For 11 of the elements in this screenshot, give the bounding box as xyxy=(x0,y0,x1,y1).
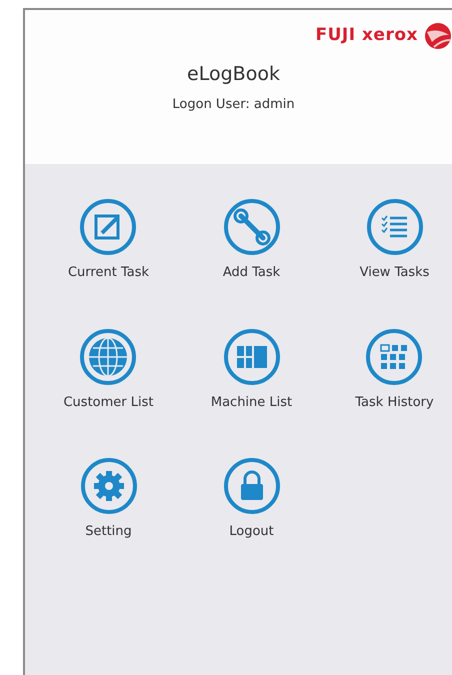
menu-tile[interactable]: Task History xyxy=(355,328,434,412)
logon-user-text: Logon User: admin xyxy=(171,96,296,114)
menu-tile[interactable]: Customer List xyxy=(63,328,154,412)
brand-logo-text: FUJI xerox xyxy=(315,24,418,48)
menu-tile[interactable]: Logout xyxy=(222,457,280,542)
menu-tile[interactable]: Current Task xyxy=(68,198,149,282)
menu-tile[interactable]: View Tasks xyxy=(360,198,430,282)
menu-tile[interactable]: Add Task xyxy=(222,198,280,282)
menu-tile[interactable]: Machine List xyxy=(210,328,292,412)
menu-tile[interactable]: Setting xyxy=(80,457,138,542)
app-title: eLogBook xyxy=(186,62,281,87)
